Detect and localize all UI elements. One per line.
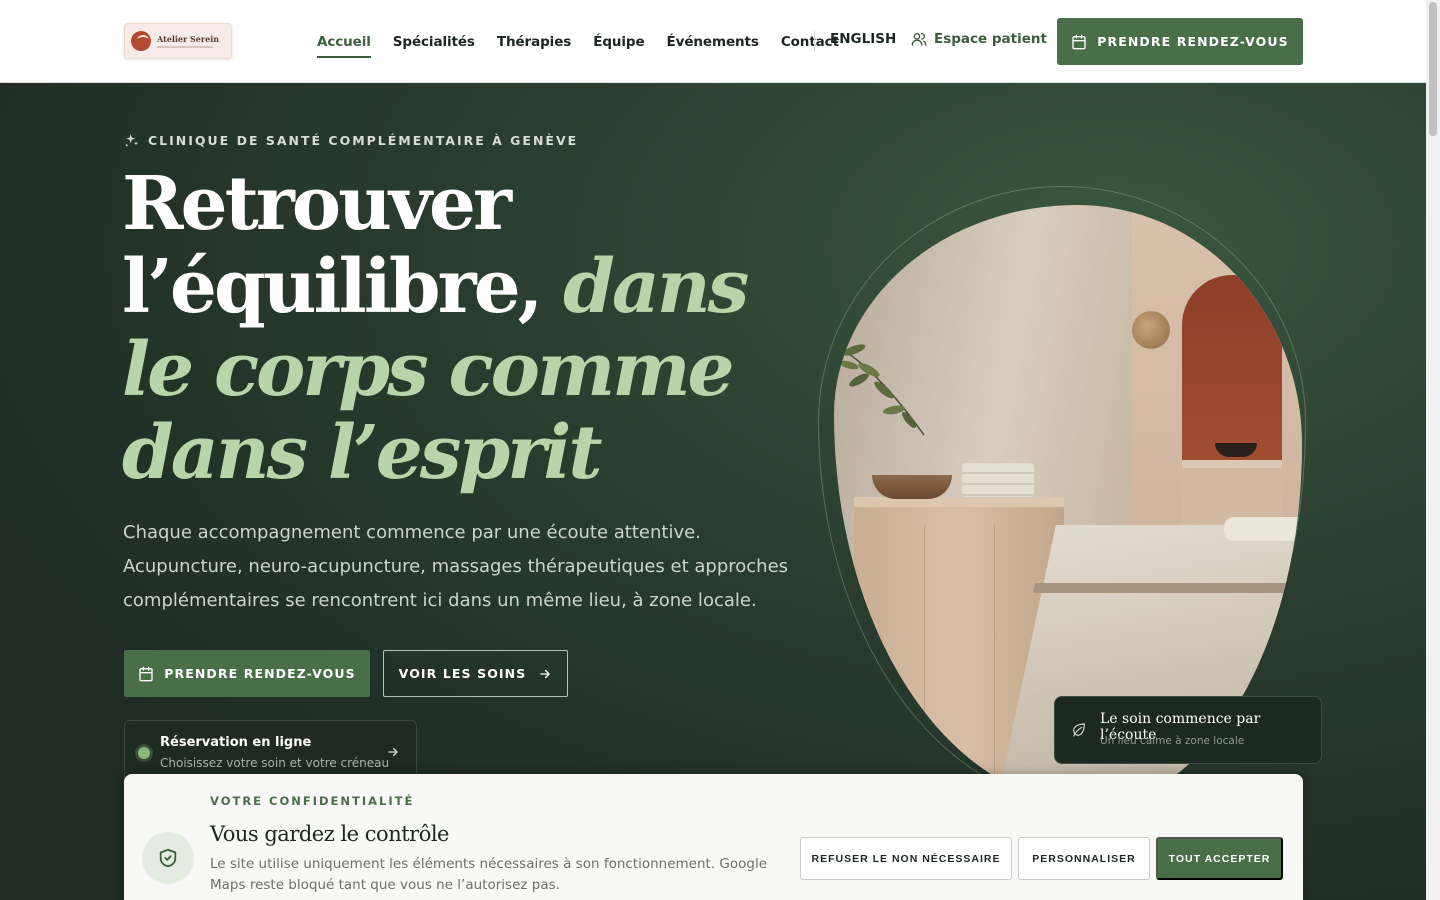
patient-area-label: Espace patient bbox=[934, 31, 1047, 47]
page-scrollbar[interactable] bbox=[1426, 0, 1440, 900]
sparkles-icon bbox=[125, 134, 138, 147]
quote-subtitle: Un lieu calme à zone locale bbox=[1100, 735, 1245, 747]
main-nav: Accueil Spécialités Thérapies Équipe Évé… bbox=[317, 0, 861, 83]
site-header: Atelier Serein Accueil Spécialités Théra… bbox=[0, 0, 1426, 83]
hero-title: Retrouver l’équilibre, dans le corps com… bbox=[122, 163, 802, 495]
logo-mark-icon bbox=[131, 31, 151, 51]
nav-item-equipe[interactable]: Équipe bbox=[593, 34, 644, 50]
hero-eyebrow-text: CLINIQUE DE SANTÉ COMPLÉMENTAIRE À GENÈV… bbox=[148, 132, 579, 148]
photo-pillow bbox=[1224, 517, 1302, 541]
book-appointment-button[interactable]: PRENDRE RENDEZ-VOUS bbox=[124, 650, 370, 697]
view-treatments-button[interactable]: VOIR LES SOINS bbox=[383, 650, 568, 697]
site-logo[interactable]: Atelier Serein bbox=[124, 23, 232, 59]
patient-area-link[interactable]: Espace patient bbox=[911, 31, 1047, 47]
calendar-icon bbox=[139, 666, 153, 681]
book-appointment-button-header[interactable]: PRENDRE RENDEZ-VOUS bbox=[1057, 18, 1303, 65]
hero-title-line4: dans l’esprit bbox=[122, 410, 603, 496]
view-treatments-label: VOIR LES SOINS bbox=[398, 666, 527, 681]
photo-wall-lamp bbox=[1132, 311, 1170, 349]
hero-title-line3: le corps comme bbox=[122, 327, 735, 413]
quote-card: Le soin commence par l’écoute Un lieu ca… bbox=[1054, 696, 1322, 764]
language-switch[interactable]: ENGLISH bbox=[830, 31, 896, 47]
hero-title-line2b: dans bbox=[563, 244, 749, 330]
nav-divider bbox=[814, 30, 815, 52]
users-icon bbox=[911, 33, 927, 46]
logo-text: Atelier Serein bbox=[157, 34, 219, 48]
arrow-right-icon bbox=[388, 747, 398, 757]
accept-all-button[interactable]: TOUT ACCEPTER bbox=[1156, 837, 1283, 880]
book-appointment-label: PRENDRE RENDEZ-VOUS bbox=[1097, 34, 1289, 49]
photo-arch-shelf bbox=[1182, 460, 1282, 468]
scrollbar-thumb[interactable] bbox=[1429, 2, 1437, 136]
customize-cookies-button[interactable]: PERSONNALISER bbox=[1018, 837, 1150, 880]
photo-wooden-bowl bbox=[872, 475, 952, 499]
cookie-title: Vous gardez le contrôle bbox=[210, 822, 449, 846]
nav-item-therapies[interactable]: Thérapies bbox=[497, 34, 571, 50]
cookie-icon-badge bbox=[142, 832, 194, 884]
online-booking-title: Réservation en ligne bbox=[160, 735, 312, 750]
refuse-non-essential-button[interactable]: REFUSER LE NON NÉCESSAIRE bbox=[800, 837, 1012, 880]
cookie-eyebrow: VOTRE CONFIDENTIALITÉ bbox=[210, 794, 415, 808]
photo-cabinet-line bbox=[994, 525, 995, 805]
shield-check-icon bbox=[159, 848, 177, 868]
cookie-consent-banner: VOTRE CONFIDENTIALITÉ Vous gardez le con… bbox=[124, 774, 1303, 900]
online-booking-subtitle: Choisissez votre soin et votre créneau bbox=[160, 756, 390, 770]
photo-cabinet-top bbox=[854, 497, 1064, 507]
arrow-right-icon bbox=[540, 669, 551, 678]
logo-tagline bbox=[157, 46, 213, 48]
hero-lead: Chaque accompagnement commence par une é… bbox=[123, 522, 789, 611]
book-appointment-label: PRENDRE RENDEZ-VOUS bbox=[164, 666, 356, 681]
cookie-text: Le site utilise uniquement les éléments … bbox=[210, 856, 768, 893]
calendar-icon bbox=[1072, 34, 1086, 49]
nav-item-evenements[interactable]: Événements bbox=[667, 34, 759, 50]
photo-table-stripe bbox=[1032, 583, 1302, 593]
photo-olive-branch bbox=[834, 344, 925, 436]
nav-item-accueil[interactable]: Accueil bbox=[317, 34, 371, 58]
leaf-icon bbox=[1073, 723, 1085, 737]
status-dot bbox=[138, 747, 150, 759]
hero-eyebrow: CLINIQUE DE SANTÉ COMPLÉMENTAIRE À GENÈV… bbox=[124, 132, 578, 148]
logo-name: Atelier Serein bbox=[157, 34, 220, 44]
nav-item-specialites[interactable]: Spécialités bbox=[393, 34, 475, 50]
photo-towels bbox=[962, 463, 1034, 497]
hero-title-line2a: l’équilibre, bbox=[122, 244, 543, 330]
photo-cabinet-line bbox=[924, 525, 925, 805]
hero-title-line1: Retrouver bbox=[122, 161, 512, 247]
